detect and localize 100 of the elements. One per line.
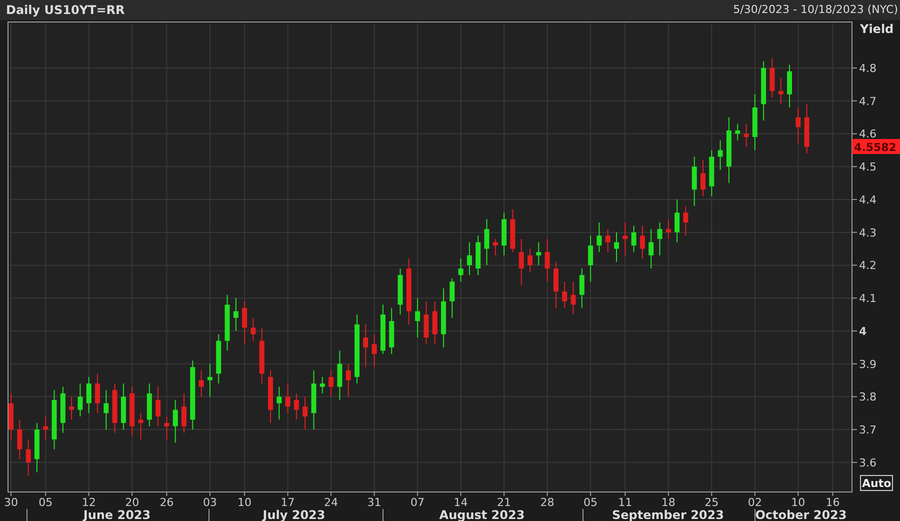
candlestick xyxy=(579,268,584,308)
axis-tick-label: 20 xyxy=(125,496,140,509)
axis-tick-label: 18 xyxy=(661,496,676,509)
axis-tick-label: 26 xyxy=(160,496,174,509)
candlestick xyxy=(536,242,542,266)
candlestick xyxy=(544,238,550,282)
candlestick xyxy=(631,225,636,253)
candlestick xyxy=(700,160,706,197)
axis-tick-label: 17 xyxy=(280,496,295,509)
candlestick xyxy=(744,123,749,148)
candlestick xyxy=(95,373,100,414)
candlestick xyxy=(458,258,464,282)
candlestick xyxy=(182,392,186,434)
axis-tick-label: 30 xyxy=(4,496,18,509)
axis-tick-label: 07 xyxy=(410,496,425,509)
candlestick xyxy=(432,300,438,345)
candlestick xyxy=(553,261,558,308)
candlestick xyxy=(363,324,368,368)
candlestick xyxy=(640,225,645,260)
candlestick xyxy=(518,238,524,286)
candlestick xyxy=(683,206,688,236)
candlestick xyxy=(450,278,455,318)
axis-tick-label: 05 xyxy=(38,496,53,509)
candlestick xyxy=(207,363,212,398)
chart-title: Daily US10YT=RR xyxy=(6,2,125,19)
candlestick xyxy=(233,298,238,332)
axis-tick-label: 4.8 xyxy=(859,62,876,76)
candlestick xyxy=(778,77,784,105)
candlestick xyxy=(424,300,429,345)
candlestick xyxy=(138,412,144,440)
date-range: 5/30/2023 - 10/18/2023 (NYC) xyxy=(733,2,898,18)
candlestick xyxy=(346,363,351,398)
axis-tick-label: 4.6 xyxy=(859,128,876,141)
auto-button[interactable]: Auto xyxy=(860,475,893,491)
axis-tick-label: 16 xyxy=(826,496,840,509)
candlestick xyxy=(622,222,628,256)
candlestick xyxy=(337,350,342,400)
candlestick xyxy=(172,399,178,444)
candlestick xyxy=(648,228,654,270)
axis-tick-label: 3.6 xyxy=(859,456,876,470)
candlestick xyxy=(372,334,377,368)
axis-tick-label: 24 xyxy=(324,496,338,509)
candlestick xyxy=(43,416,48,440)
candlestick xyxy=(198,370,204,398)
axis-tick-label: 14 xyxy=(454,496,468,509)
axis-tick-label: 4.2 xyxy=(859,259,876,272)
candlestick xyxy=(718,140,723,170)
candlestick xyxy=(596,222,602,253)
candlestick xyxy=(605,228,610,253)
candlestick xyxy=(164,416,170,440)
axis-tick-label: 4.1 xyxy=(859,292,876,306)
candlestick xyxy=(294,392,299,420)
candlestick xyxy=(250,317,256,342)
axis-tick-label: 31 xyxy=(367,496,382,509)
candlestick xyxy=(302,396,308,430)
candlestick xyxy=(17,419,22,460)
candlestick xyxy=(492,238,498,256)
candlestick xyxy=(78,383,83,417)
candlestick xyxy=(562,281,568,308)
axis-tick-label: 21 xyxy=(497,496,512,509)
axis-tick-label: 4.7 xyxy=(859,94,876,108)
candlestick xyxy=(320,376,325,394)
candlestick xyxy=(666,218,671,240)
axis-tick-label: 11 xyxy=(618,496,632,509)
candlestick xyxy=(674,198,680,243)
candlestick xyxy=(328,370,334,398)
candlestick xyxy=(528,248,532,272)
candlestick xyxy=(86,376,92,414)
candlestick xyxy=(26,438,31,476)
axis-tick-label: 02 xyxy=(748,496,762,509)
axis-tick-label: 28 xyxy=(540,496,554,509)
candlestick xyxy=(735,123,740,141)
axis-tick-label: 10 xyxy=(238,496,252,509)
axis-tick-label: 03 xyxy=(202,496,217,509)
candlestick xyxy=(156,386,161,427)
axis-tick-label: 3.7 xyxy=(859,424,876,437)
candlestick xyxy=(242,300,248,345)
axis-tick-label: 3.9 xyxy=(859,358,876,371)
candlestick xyxy=(484,218,490,266)
candlestick xyxy=(692,156,697,207)
axis-tick-label: 3.8 xyxy=(859,390,876,404)
candlestick xyxy=(285,383,290,414)
candlestick xyxy=(787,64,792,108)
axis-tick-label: 25 xyxy=(704,496,719,509)
axis-tick-label: 12 xyxy=(82,496,96,509)
month-label: October 2023 xyxy=(755,508,847,521)
candlestick xyxy=(69,396,74,420)
candlestick xyxy=(770,58,775,98)
axis-tick-label: 4.4 xyxy=(859,193,876,206)
candlestick xyxy=(588,235,594,282)
candlestick xyxy=(570,281,576,316)
last-price-tag: 4.5582 xyxy=(852,139,900,154)
candlestick xyxy=(657,222,662,256)
axis-title: Yield xyxy=(860,22,894,36)
axis-tick-label: 4.5 xyxy=(859,160,876,174)
candlestick xyxy=(796,106,801,144)
candlestick xyxy=(466,242,472,276)
candlestick xyxy=(104,390,109,430)
axis-tick-label: 05 xyxy=(584,496,598,509)
axis-tick-label: 10 xyxy=(791,496,806,509)
